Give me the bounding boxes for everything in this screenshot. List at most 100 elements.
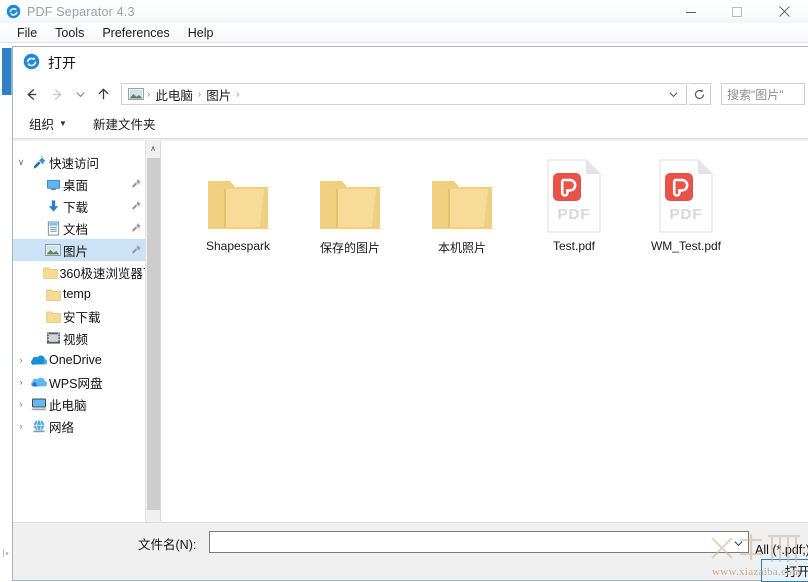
this-pc-icon <box>31 397 47 411</box>
scroll-up-arrow-icon[interactable]: ∧ <box>146 141 160 156</box>
file-item[interactable]: 保存的图片 <box>317 157 383 256</box>
back-button[interactable] <box>19 82 43 106</box>
breadcrumb-pictures[interactable]: 图片 <box>202 85 235 104</box>
refresh-icon[interactable] <box>689 83 711 105</box>
organize-button[interactable]: 组织 ▼ <box>29 114 67 133</box>
chevron-right-icon[interactable]: › <box>13 355 29 365</box>
sidebar-item-10[interactable]: › WPS网盘 <box>13 371 146 393</box>
file-type-filter[interactable]: All (*.pdf;) <box>755 539 808 561</box>
folder-icon <box>43 266 58 279</box>
sidebar-item-2[interactable]: 下载 <box>13 195 146 217</box>
tree-icon-wrap <box>43 177 63 192</box>
download-icon <box>46 199 61 214</box>
new-folder-button[interactable]: 新建文件夹 <box>93 114 156 133</box>
sidebar-item-8[interactable]: 视频 <box>13 327 146 349</box>
up-button[interactable] <box>91 82 115 106</box>
sidebar-item-12[interactable]: ›网络 <box>13 415 146 437</box>
chevron-down-icon: ▼ <box>59 119 67 128</box>
pin-icon[interactable] <box>131 244 142 258</box>
tree-icon-wrap <box>43 199 63 214</box>
address-bar[interactable]: › 此电脑 › 图片 › <box>121 83 687 105</box>
app-titlebar: PDF Separator 4.3 <box>0 0 808 24</box>
file-item[interactable]: 本机照片 <box>429 157 495 256</box>
minimize-button[interactable] <box>668 0 714 23</box>
network-icon <box>31 419 47 433</box>
svg-text:PDF: PDF <box>558 206 591 223</box>
tree-icon-wrap <box>43 243 63 257</box>
chevron-down-icon[interactable]: ∨ <box>13 157 29 168</box>
app-accent-strip <box>2 48 12 95</box>
tree-icon-wrap <box>29 155 49 170</box>
recent-locations-button[interactable] <box>71 82 89 106</box>
file-name: WM_Test.pdf <box>651 239 721 253</box>
menu-help[interactable]: Help <box>179 25 223 41</box>
forward-button[interactable] <box>45 82 69 106</box>
breadcrumb-this-pc[interactable]: 此电脑 <box>151 85 197 104</box>
window-controls <box>668 0 808 23</box>
sidebar-item-label: 下载 <box>63 197 88 216</box>
menu-tools[interactable]: Tools <box>46 25 93 41</box>
sidebar-item-3[interactable]: 文档 <box>13 217 146 239</box>
file-item[interactable]: PDF Test.pdf <box>541 157 607 256</box>
wps-cloud-icon <box>31 376 48 388</box>
close-button[interactable] <box>760 0 808 23</box>
open-file-dialog: 打开 › 此电脑 › 图片 <box>12 46 808 581</box>
dialog-navbar: › 此电脑 › 图片 › 搜索"图片" <box>13 79 808 109</box>
folder-icon <box>430 157 494 233</box>
sidebar-item-11[interactable]: › 此电脑 <box>13 393 146 415</box>
sidebar-item-label: 桌面 <box>63 175 88 194</box>
sidebar-item-label: 图片 <box>63 241 88 260</box>
tree-icon-wrap <box>29 397 49 411</box>
sidebar-item-1[interactable]: 桌面 <box>13 173 146 195</box>
sidebar-item-4[interactable]: 图片 <box>13 239 146 261</box>
sidebar-item-5[interactable]: 360极速浏览器下 <box>13 261 146 283</box>
dialog-main: ∨ 快速访问桌面下载文档图片360极速浏览器下 temp 安下载视频 › OneDrive… <box>13 141 808 580</box>
sidebar-item-label: OneDrive <box>49 353 102 367</box>
file-name: Test.pdf <box>553 239 595 253</box>
app-left-glyph: I• <box>2 548 9 560</box>
pdf-file-icon: PDF <box>656 157 716 233</box>
search-input[interactable]: 搜索"图片" <box>721 83 805 105</box>
folder-icon <box>46 288 61 301</box>
watermark-text: www.xiazaiba.com <box>712 566 801 578</box>
pin-icon[interactable] <box>131 222 142 236</box>
pin-star-icon <box>32 155 47 170</box>
file-name: Shapespark <box>206 239 270 253</box>
menu-file[interactable]: File <box>8 25 46 41</box>
pictures-icon <box>45 243 61 257</box>
sidebar-item-label: 快速访问 <box>49 153 99 172</box>
crumb-sep-2: › <box>235 89 240 100</box>
sidebar-scrollbar[interactable]: ∧ ∨ <box>145 141 160 543</box>
chevron-right-icon[interactable]: › <box>13 377 29 387</box>
sidebar-item-9[interactable]: › OneDrive <box>13 349 146 371</box>
pin-icon[interactable] <box>131 200 142 214</box>
sidebar-item-6[interactable]: temp <box>13 283 146 305</box>
filename-dropdown-icon[interactable] <box>730 533 747 553</box>
menu-preferences[interactable]: Preferences <box>93 25 178 41</box>
filename-label: 文件名(N): <box>138 534 196 553</box>
dialog-title: 打开 <box>48 53 76 73</box>
address-dropdown-icon[interactable] <box>664 83 682 105</box>
tree-icon-wrap <box>43 221 63 236</box>
file-list-view[interactable]: Shapespark 保存的图片本机照片 PDF Test.pdf PDF WM_Test… <box>161 141 808 543</box>
pin-icon[interactable] <box>131 178 142 192</box>
pdf-file-icon: PDF <box>544 157 604 233</box>
chevron-right-icon[interactable]: › <box>13 399 29 409</box>
sidebar-item-0[interactable]: ∨ 快速访问 <box>13 151 146 173</box>
folder-icon <box>46 310 61 323</box>
tree-icon-wrap <box>29 354 49 366</box>
sidebar-item-7[interactable]: 安下载 <box>13 305 146 327</box>
file-item[interactable]: Shapespark <box>205 157 271 256</box>
sidebar-item-label: 此电脑 <box>49 395 87 414</box>
dialog-titlebar: 打开 <box>13 47 808 79</box>
scrollbar-thumb[interactable] <box>147 158 160 510</box>
tree-icon-wrap <box>29 419 49 433</box>
sidebar-item-label: temp <box>63 287 91 301</box>
sidebar-item-label: WPS网盘 <box>49 373 102 392</box>
dialog-toolbar: 组织 ▼ 新建文件夹 <box>13 109 808 139</box>
maximize-button[interactable] <box>714 0 760 23</box>
chevron-right-icon[interactable]: › <box>13 421 29 431</box>
file-item[interactable]: PDF WM_Test.pdf <box>653 157 719 256</box>
sidebar-item-label: 文档 <box>63 219 88 238</box>
filename-input[interactable] <box>209 531 749 553</box>
